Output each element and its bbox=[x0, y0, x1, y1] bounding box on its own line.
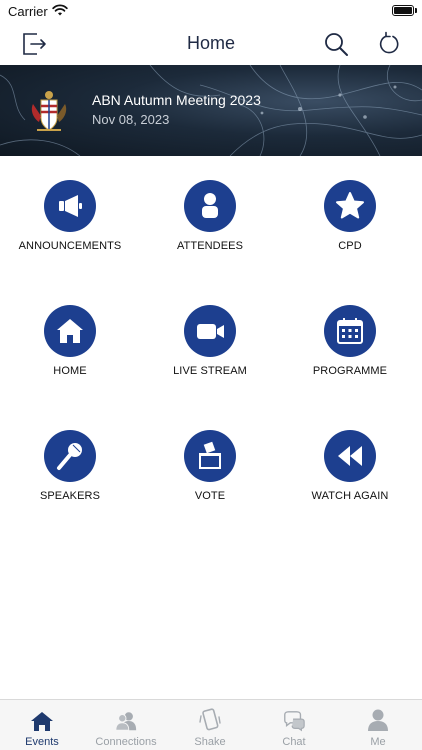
tab-label: Chat bbox=[282, 736, 306, 748]
battery-icon bbox=[392, 5, 414, 16]
tab-label: Events bbox=[25, 736, 59, 748]
tile-watch-again[interactable]: WATCH AGAIN bbox=[280, 406, 420, 506]
tab-bar: Events Connections Shake Chat Me bbox=[0, 699, 422, 750]
tile-label: PROGRAMME bbox=[312, 365, 388, 377]
phone-shake-icon bbox=[198, 706, 222, 732]
page-title: Home bbox=[186, 33, 235, 53]
tile-label: ANNOUNCEMENTS bbox=[18, 240, 122, 252]
tile-label: LIVE STREAM bbox=[173, 365, 247, 377]
tab-label: Me bbox=[370, 736, 386, 748]
tile-speakers[interactable]: SPEAKERS bbox=[0, 406, 140, 506]
status-bar: Carrier bbox=[0, 0, 422, 22]
tab-shake[interactable]: Shake bbox=[168, 700, 252, 750]
calendar-icon bbox=[324, 305, 376, 357]
search-button[interactable] bbox=[321, 29, 351, 59]
video-camera-icon bbox=[184, 305, 236, 357]
tab-label: Connections bbox=[95, 736, 157, 748]
tile-home[interactable]: HOME bbox=[0, 281, 140, 381]
house-icon bbox=[30, 706, 54, 732]
rewind-icon bbox=[324, 430, 376, 482]
tile-vote[interactable]: VOTE bbox=[140, 406, 280, 506]
megaphone-icon bbox=[44, 180, 96, 232]
event-banner[interactable]: ABN Autumn Meeting 2023 Nov 08, 2023 bbox=[0, 65, 422, 156]
tab-events[interactable]: Events bbox=[0, 700, 84, 750]
tab-connections[interactable]: Connections bbox=[84, 700, 168, 750]
tile-live-stream[interactable]: LIVE STREAM bbox=[140, 281, 280, 381]
event-date: Nov 08, 2023 bbox=[92, 112, 170, 127]
tile-cpd[interactable]: CPD bbox=[280, 156, 420, 256]
microphone-icon bbox=[44, 430, 96, 482]
tile-label: HOME bbox=[53, 365, 87, 377]
tile-label: WATCH AGAIN bbox=[311, 490, 389, 502]
tile-label: CPD bbox=[338, 240, 362, 252]
tile-announcements[interactable]: ANNOUNCEMENTS bbox=[0, 156, 140, 256]
tab-me[interactable]: Me bbox=[336, 700, 420, 750]
chat-bubbles-icon bbox=[282, 706, 306, 732]
search-icon bbox=[325, 33, 348, 56]
tile-label: SPEAKERS bbox=[39, 490, 101, 502]
tile-programme[interactable]: PROGRAMME bbox=[280, 281, 420, 381]
event-title: ABN Autumn Meeting 2023 bbox=[92, 92, 261, 108]
person-icon bbox=[366, 706, 390, 732]
refresh-button[interactable] bbox=[375, 29, 405, 59]
carrier-label: Carrier bbox=[8, 4, 48, 19]
tile-label: ATTENDEES bbox=[176, 240, 244, 252]
tab-label: Shake bbox=[194, 736, 226, 748]
tile-attendees[interactable]: ATTENDEES bbox=[140, 156, 280, 256]
wifi-icon bbox=[52, 3, 68, 22]
navigation-bar: Home bbox=[0, 22, 422, 65]
event-logo-crest bbox=[31, 91, 67, 131]
tile-label: VOTE bbox=[194, 490, 226, 502]
tab-chat[interactable]: Chat bbox=[252, 700, 336, 750]
ballot-box-icon bbox=[184, 430, 236, 482]
person-icon bbox=[184, 180, 236, 232]
house-icon bbox=[44, 305, 96, 357]
star-icon bbox=[324, 180, 376, 232]
refresh-icon bbox=[379, 31, 399, 54]
people-icon bbox=[114, 706, 138, 732]
